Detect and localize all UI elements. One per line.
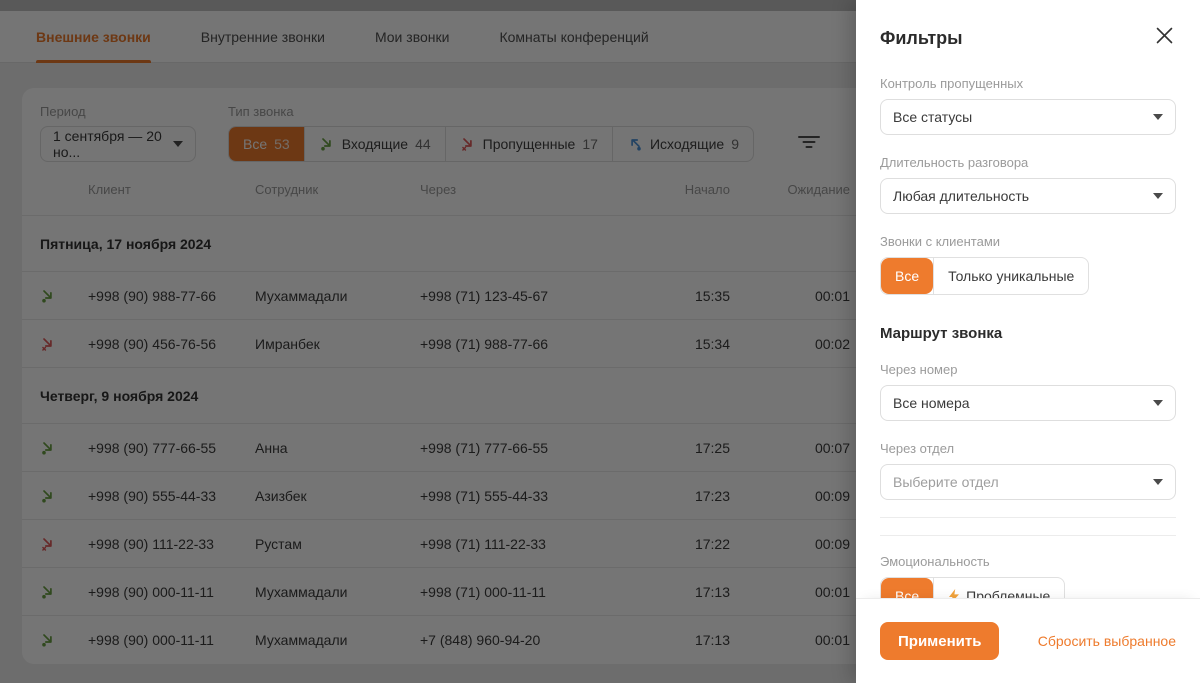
duration-label: Длительность разговора	[880, 155, 1029, 170]
via-number-select[interactable]: Все номера	[880, 385, 1176, 421]
missed-control-value: Все статусы	[893, 109, 973, 125]
via-department-placeholder: Выберите отдел	[893, 474, 999, 490]
via-number-label: Через номер	[880, 362, 958, 377]
duration-value: Любая длительность	[893, 188, 1030, 204]
client-calls-label: Звонки с клиентами	[880, 234, 1001, 249]
chevron-down-icon	[1153, 479, 1163, 485]
missed-control-select[interactable]: Все статусы	[880, 99, 1176, 135]
duration-select[interactable]: Любая длительность	[880, 178, 1176, 214]
via-department-select[interactable]: Выберите отдел	[880, 464, 1176, 500]
client-calls-option-0[interactable]: Все	[881, 258, 934, 294]
drawer-title: Фильтры	[880, 27, 963, 48]
close-button[interactable]	[1152, 26, 1176, 50]
drawer-header: Фильтры	[880, 26, 1176, 50]
chevron-down-icon	[1153, 400, 1163, 406]
drawer-footer: Применить Сбросить выбранное	[856, 598, 1200, 683]
client-calls-option-1[interactable]: Только уникальные	[933, 258, 1088, 294]
chevron-down-icon	[1153, 114, 1163, 120]
via-number-value: Все номера	[893, 395, 970, 411]
route-section-title: Маршрут звонка	[880, 325, 1003, 342]
close-icon	[1156, 27, 1173, 49]
via-department-label: Через отдел	[880, 441, 955, 456]
client-calls-segments: Все Только уникальные	[880, 257, 1090, 295]
option-label: Все	[895, 268, 920, 284]
missed-control-label: Контроль пропущенных	[880, 76, 1024, 91]
divider	[880, 517, 1176, 518]
reset-selected-link[interactable]: Сбросить выбранное	[1038, 633, 1176, 649]
app-window: Внешние звонкиВнутренние звонкиМои звонк…	[0, 0, 1200, 683]
chevron-down-icon	[1153, 193, 1163, 199]
filters-drawer: Фильтры Контроль пропущенных Все статусы…	[856, 0, 1200, 683]
option-label: Только уникальные	[948, 268, 1075, 284]
emotion-label: Эмоциональность	[880, 554, 990, 569]
apply-button[interactable]: Применить	[880, 622, 1000, 660]
divider	[880, 535, 1176, 536]
